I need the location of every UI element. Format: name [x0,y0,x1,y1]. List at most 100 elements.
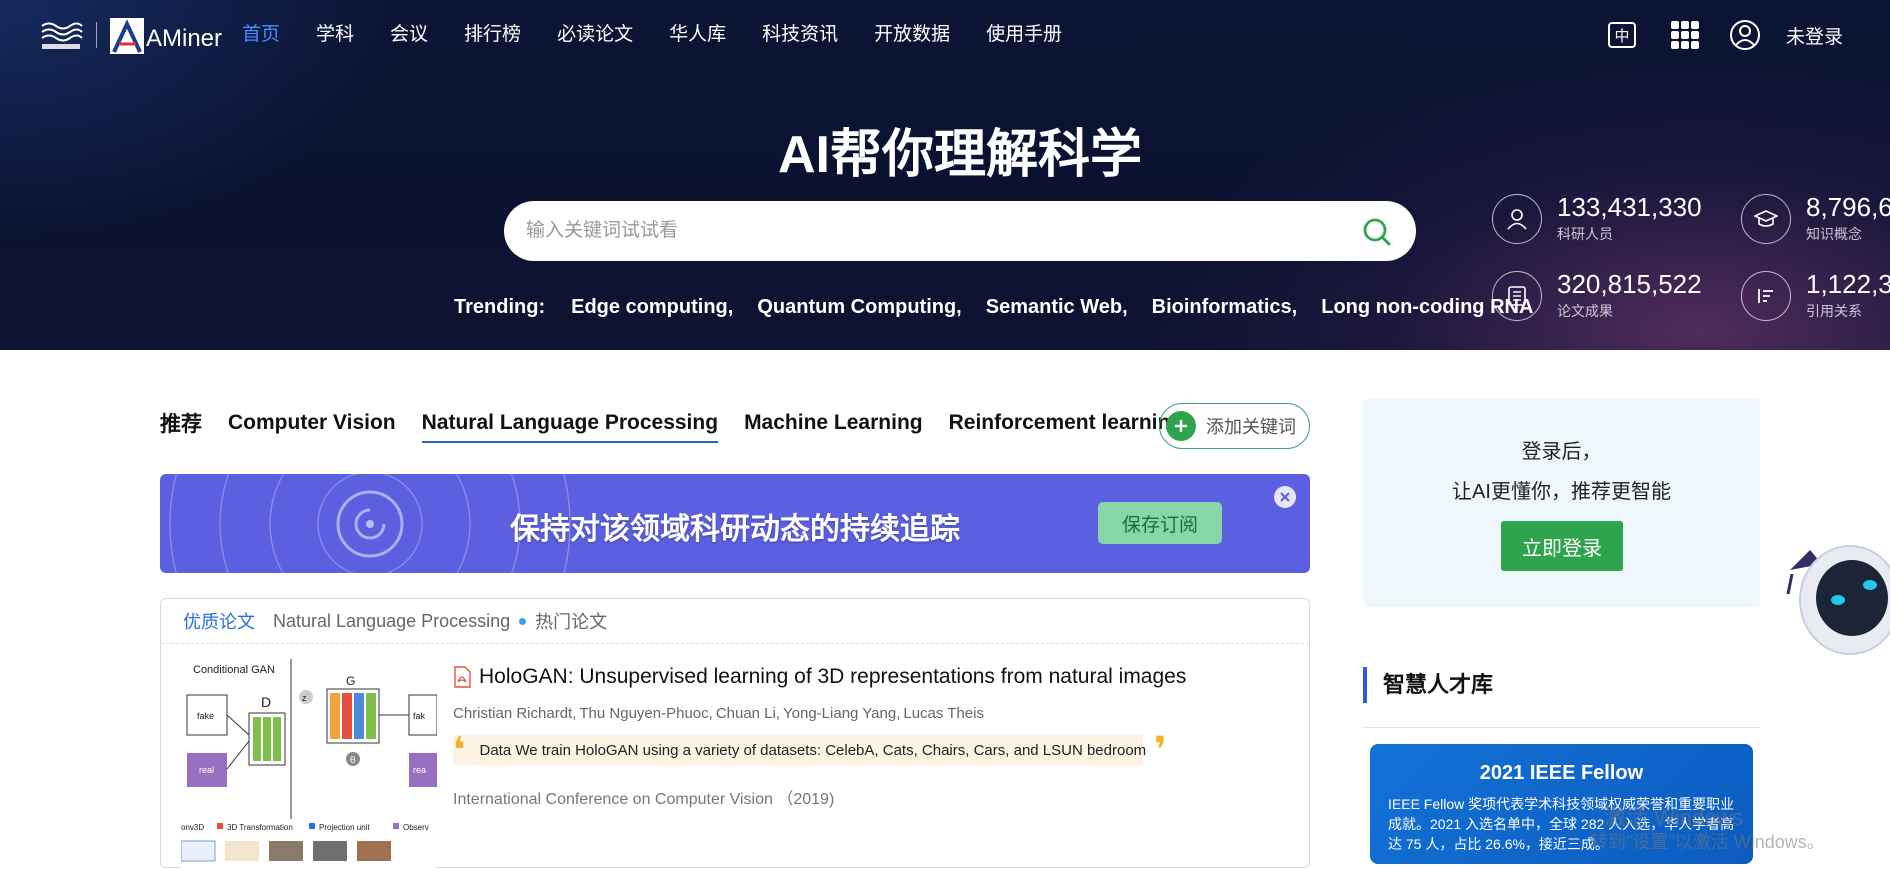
subscribe-banner: 保持对该领域科研动态的持续追踪 保存订阅 [160,474,1310,573]
figure-legend: Observ [403,823,429,832]
assistant-robot-icon[interactable] [1780,530,1890,670]
search-bar [504,201,1416,261]
hero-section: AMiner 首页 学科 会议 排行榜 必读论文 华人库 科技资讯 开放数据 使… [0,0,1890,350]
windows-watermark-sub: 转到"设置"以激活 Windows。 [1590,832,1825,852]
figure-label: real [199,765,214,775]
trending-item[interactable]: Edge computing, [571,296,733,319]
aminer-logo-text: AMiner [146,25,223,52]
figure-legend: Projection unit [319,823,370,832]
figure-label: D [261,694,271,710]
login-status[interactable]: 未登录 [1786,22,1843,49]
quality-paper-tag[interactable]: 优质论文 [183,608,255,634]
tab-nlp[interactable]: Natural Language Processing [421,411,719,443]
topic-tabs: 推荐 Computer Vision Natural Language Proc… [160,408,1209,446]
figure-label: G [346,674,355,688]
person-icon [1492,194,1542,244]
paper-title-row: HoloGAN: Unsupervised learning of 3D rep… [453,665,1186,689]
divider [1363,727,1760,728]
author-link[interactable]: Christian Richardt, [453,705,576,722]
tab-recommend[interactable]: 推荐 [160,408,202,446]
nav-conferences[interactable]: 会议 [390,22,428,48]
login-now-button[interactable]: 立即登录 [1501,521,1623,571]
document-icon [1492,271,1542,321]
figure-label: fake [197,711,214,721]
trending-item[interactable]: Quantum Computing, [757,296,961,319]
banner-title: 保持对该领域科研动态的持续追踪 [510,513,960,546]
stat-label: 引用关系 [1806,303,1862,319]
close-quote-icon: ❜ [1154,729,1167,770]
save-subscription-button[interactable]: 保存订阅 [1098,502,1222,544]
add-keyword-button[interactable]: 添加关键词 [1159,403,1310,449]
paper-field: Natural Language Processing [273,610,511,631]
paper-card: 优质论文 Natural Language Processing 热门论文 Co… [160,598,1310,869]
author-link[interactable]: Chuan Li, [716,705,780,722]
apps-grid-icon[interactable] [1669,19,1701,51]
figure-legend: onv3D [181,823,204,832]
paper-quote: ❛ Data We train HoloGAN using a variety … [453,729,1167,770]
graduation-cap-icon [1741,194,1791,244]
nav-subjects[interactable]: 学科 [316,22,354,48]
nav-home[interactable]: 首页 [242,22,280,48]
nav-tech-news[interactable]: 科技资讯 [762,22,838,48]
stat-value: 133,431,330 [1557,192,1702,222]
search-icon[interactable] [1362,217,1392,247]
author-link[interactable]: Lucas Theis [903,705,984,722]
trending-label: Trending: [454,296,546,318]
trending-item[interactable]: Semantic Web, [986,296,1128,319]
plus-icon [1166,411,1196,441]
acemap-logo[interactable] [38,18,84,52]
nav-chinese-scholars[interactable]: 华人库 [669,22,726,48]
list-icon [1741,271,1791,321]
stat-label: 知识概念 [1806,226,1862,242]
pdf-icon[interactable] [453,666,471,688]
login-prompt-card: 登录后， 让AI更懂你，推荐更智能 立即登录 [1363,399,1760,607]
stat-label: 科研人员 [1557,226,1613,242]
close-icon[interactable] [1274,486,1296,508]
author-link[interactable]: Thu Nguyen-Phuoc, [579,705,712,722]
aminer-logo[interactable]: AMiner [110,16,222,54]
nav-rankings[interactable]: 排行榜 [464,22,521,48]
translate-icon[interactable]: 中 [1606,19,1638,51]
stat-value: 1,122,3 [1806,269,1890,299]
figure-label: z [302,693,307,703]
separator-dot [519,617,527,625]
trending-item[interactable]: Bioinformatics, [1152,296,1298,319]
login-prompt-line1: 登录后， [1521,441,1602,463]
fellow-card-title: 2021 IEEE Fellow [1479,762,1644,784]
figure-title: Conditional GAN [193,664,275,676]
open-quote-icon: ❛ [453,729,466,770]
main-nav-links: 首页 学科 会议 排行榜 必读论文 华人库 科技资讯 开放数据 使用手册 [242,22,1098,48]
logo-divider [96,22,97,48]
nav-manual[interactable]: 使用手册 [986,22,1062,48]
tab-computer-vision[interactable]: Computer Vision [228,411,396,443]
tab-machine-learning[interactable]: Machine Learning [744,411,923,443]
figure-label: rea [413,765,426,775]
trending-bar: Trending: Edge computing, Quantum Comput… [454,296,1557,319]
talent-library-title: 智慧人才库 [1363,667,1493,703]
quote-text: Data We train HoloGAN using a variety of… [479,741,1147,759]
paper-figure[interactable]: Conditional GAN fake real D z G θ fak re… [181,659,437,869]
paper-card-header: 优质论文 Natural Language Processing 热门论文 [161,599,1309,644]
tab-reinforcement-learning[interactable]: Reinforcement learning [949,411,1184,443]
paper-title[interactable]: HoloGAN: Unsupervised learning of 3D rep… [479,665,1186,689]
hero-title: AI帮你理解科学 [777,126,1142,184]
user-icon[interactable] [1729,19,1761,51]
paper-authors: Christian Richardt, Thu Nguyen-Phuoc, Ch… [453,705,987,722]
add-keyword-label: 添加关键词 [1206,417,1296,437]
svg-text:中: 中 [1614,27,1629,45]
paper-venue: International Conference on Computer Vis… [453,791,835,808]
search-input[interactable] [526,213,1346,249]
author-link[interactable]: Yong-Liang Yang, [783,705,900,722]
nav-must-read[interactable]: 必读论文 [557,22,633,48]
figure-label: fak [413,711,426,721]
nav-open-data[interactable]: 开放数据 [874,22,950,48]
stat-value: 8,796,6 [1806,192,1890,222]
aminer-mark-icon [110,18,144,54]
hot-paper-label: 热门论文 [535,612,608,632]
stat-value: 320,815,522 [1557,269,1702,299]
top-navigation: AMiner 首页 学科 会议 排行榜 必读论文 华人库 科技资讯 开放数据 使… [0,0,1890,72]
stat-label: 论文成果 [1557,303,1613,319]
login-prompt-line2: 让AI更懂你，推荐更智能 [1452,481,1671,503]
figure-label: θ [350,756,356,766]
figure-legend: 3D Transformation [227,823,293,832]
